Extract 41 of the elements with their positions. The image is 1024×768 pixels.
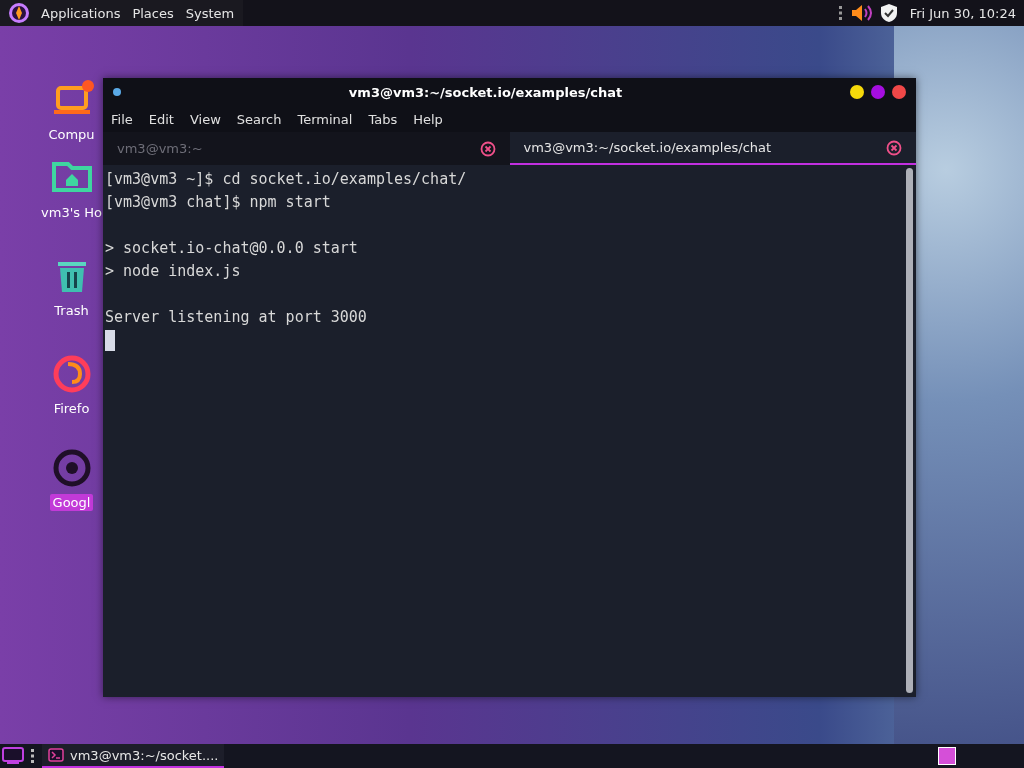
desktop-icon-label[interactable]: Googl [49, 494, 94, 511]
menu-item[interactable]: Edit [148, 111, 174, 127]
terminal-icon[interactable] [48, 748, 64, 762]
panel-menu[interactable]: Applications [40, 5, 122, 21]
desktop-icon-label[interactable]: Compu [45, 126, 98, 143]
menu-item[interactable]: Help [413, 111, 443, 127]
menu-item[interactable]: Terminal [297, 111, 353, 127]
menu-item[interactable]: View [189, 111, 221, 127]
app-menu-logo-icon[interactable] [8, 2, 30, 24]
clock[interactable]: Fri Jun 30, 10:24 [909, 5, 1016, 21]
terminal-line: [vm3@vm3 ~]$ cd socket.io/examples/chat/ [105, 169, 468, 190]
terminal-tab[interactable]: vm3@vm3:~/socket.io/examples/chat [509, 132, 916, 165]
speaker-icon[interactable] [849, 3, 874, 23]
close-icon[interactable] [886, 139, 902, 156]
menu-item[interactable]: Tabs [368, 111, 398, 127]
desktop-icon-label[interactable]: vm3's Ho [38, 204, 105, 221]
shield-icon[interactable] [879, 3, 898, 23]
window-title: vm3@vm3:~/socket.io/examples/chat [347, 84, 624, 100]
desktop-icon-label[interactable]: Firefo [50, 400, 93, 417]
close-icon[interactable] [479, 140, 496, 157]
terminal-line: [vm3@vm3 chat]$ npm start [105, 192, 332, 213]
window-menu-dot-icon[interactable] [113, 88, 121, 96]
text-cursor [105, 330, 115, 351]
menu-item[interactable]: File [111, 111, 133, 127]
terminal-tab[interactable]: vm3@vm3:~ [103, 132, 510, 165]
tab-label[interactable]: vm3@vm3:~/socket.io/examples/chat [523, 140, 772, 155]
terminal-line: Server listening at port 3000 [105, 307, 368, 328]
desktop-icon-label[interactable]: Trash [51, 302, 92, 319]
window-control-button[interactable] [850, 85, 864, 99]
menu-item[interactable]: Search [236, 111, 282, 127]
tab-label[interactable]: vm3@vm3:~ [117, 141, 203, 156]
terminal-line: > node index.js [105, 261, 242, 282]
workspace-switcher[interactable] [938, 747, 956, 765]
handle-icon[interactable] [837, 5, 844, 21]
terminal-line: > socket.io-chat@0.0.0 start [105, 238, 359, 259]
show-desktop-icon[interactable] [2, 747, 24, 765]
panel-menu[interactable]: Places [131, 5, 175, 21]
panel-menu[interactable]: System [184, 5, 236, 21]
taskbar-task[interactable]: vm3@vm3:~/socket.... [42, 744, 225, 768]
scrollbar[interactable] [906, 168, 913, 693]
handle-icon[interactable] [30, 748, 36, 764]
